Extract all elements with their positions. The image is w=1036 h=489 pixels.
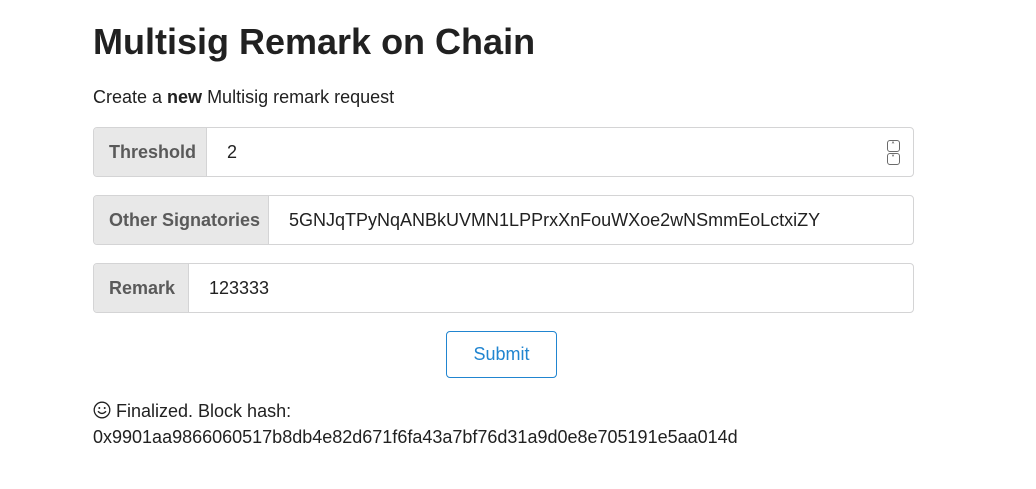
status-text: Finalized. Block hash: xyxy=(116,401,292,421)
signatories-input[interactable] xyxy=(269,196,913,244)
remark-label: Remark xyxy=(94,264,189,312)
threshold-stepper[interactable]: ˄ ˅ xyxy=(873,128,913,176)
subtitle-prefix: Create a xyxy=(93,87,168,107)
block-hash: 0x9901aa9866060517b8db4e82d671f6fa43a7bf… xyxy=(93,427,738,447)
subtitle-bold: new xyxy=(167,87,203,107)
submit-button[interactable]: Submit xyxy=(446,331,557,378)
signatories-label: Other Signatories xyxy=(94,196,269,244)
status-line: Finalized. Block hash: xyxy=(93,398,738,424)
threshold-label: Threshold xyxy=(94,128,207,176)
smiley-icon xyxy=(93,401,111,419)
chevron-down-icon[interactable]: ˅ xyxy=(886,152,900,165)
status-message: Finalized. Block hash: 0x9901aa986606051… xyxy=(93,398,738,450)
signatories-field: Other Signatories xyxy=(93,195,914,245)
chevron-up-icon[interactable]: ˄ xyxy=(886,139,900,152)
page-title: Multisig Remark on Chain xyxy=(93,21,536,62)
subtitle-suffix: Multisig remark request xyxy=(202,87,395,107)
threshold-field: Threshold ˄ ˅ xyxy=(93,127,914,177)
remark-field: Remark xyxy=(93,263,914,313)
page-subtitle: Create a new Multisig remark request xyxy=(93,86,394,108)
threshold-input[interactable] xyxy=(207,128,873,176)
remark-input[interactable] xyxy=(189,264,913,312)
